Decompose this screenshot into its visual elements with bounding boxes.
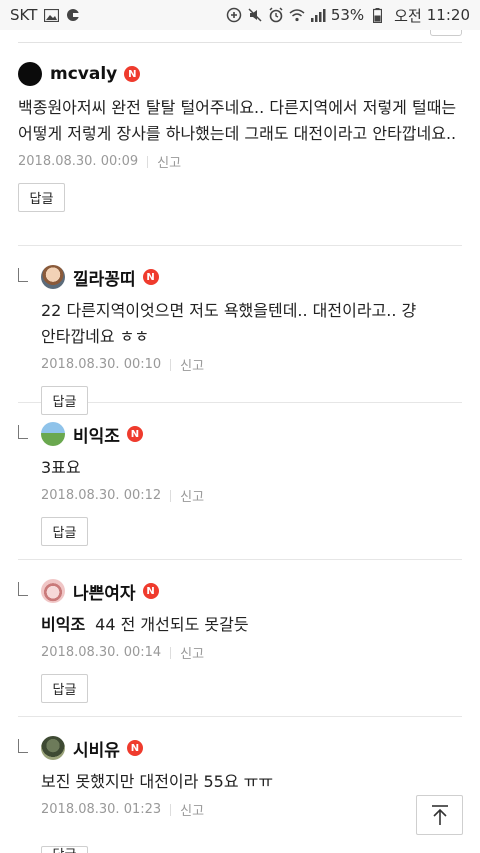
comment-date: 2018.08.30. 00:12 xyxy=(41,488,162,503)
signal-icon xyxy=(310,7,326,23)
comment-meta: 2018.08.30. 00:10 신고 xyxy=(41,355,462,374)
comment-date: 2018.08.30. 01:23 xyxy=(41,802,162,817)
comment-header: 시비유 N xyxy=(41,735,462,761)
comment-date: 2018.08.30. 00:10 xyxy=(41,357,162,372)
comment-text: 3표요 xyxy=(41,458,81,477)
arrow-up-icon xyxy=(431,805,448,825)
comment-text: 백종원아저씨 완전 탈탈 털어주네요.. 다른지역에서 저렇게 털때는 어떻게 … xyxy=(18,98,457,143)
clock-time: 11:20 xyxy=(426,6,470,24)
meta-divider xyxy=(147,155,149,168)
comment-header: mcvaly N xyxy=(18,61,462,87)
reply-item: 낄라꽁띠 N 22 다른지역이엇으면 저도 욕했을텐데.. 대전이라고.. 걍 … xyxy=(18,246,462,415)
data-saver-icon xyxy=(226,7,242,23)
avatar[interactable] xyxy=(18,62,42,86)
wifi-icon xyxy=(289,7,305,23)
reply-arrow-icon xyxy=(18,739,28,753)
report-link[interactable]: 신고 xyxy=(180,643,204,662)
comment-meta: 2018.08.30. 01:23 신고 xyxy=(41,800,462,819)
new-badge: N xyxy=(126,426,143,442)
report-link[interactable]: 신고 xyxy=(180,800,204,819)
comment-nickname[interactable]: 시비유 xyxy=(73,736,120,761)
comment-meta: 2018.08.30. 00:12 신고 xyxy=(41,486,462,505)
mute-icon xyxy=(247,7,263,23)
clock-ampm: 오전 xyxy=(394,6,422,25)
avatar[interactable] xyxy=(41,579,65,603)
comment-nickname[interactable]: 비익조 xyxy=(73,422,120,447)
avatar[interactable] xyxy=(41,265,65,289)
reply-button[interactable]: 답글 xyxy=(41,674,88,703)
comment-date: 2018.08.30. 00:09 xyxy=(18,154,139,169)
comment-nickname[interactable]: 나쁜여자 xyxy=(73,579,136,604)
report-link[interactable]: 신고 xyxy=(157,152,181,171)
reply-button[interactable]: 답글 xyxy=(41,846,88,853)
battery-icon xyxy=(369,7,385,23)
meta-divider xyxy=(170,803,172,816)
comment-body: 비익조 44 전 개선되도 못갈듯 xyxy=(41,612,462,638)
comment-text: 22 다른지역이엇으면 저도 욕했을텐데.. 대전이라고.. 걍 안타깝네요 ㅎ… xyxy=(41,301,417,346)
comment-meta: 2018.08.30. 00:09 신고 xyxy=(18,152,462,171)
comment-header: 비익조 N xyxy=(41,421,462,447)
avatar[interactable] xyxy=(41,736,65,760)
comment-item: mcvaly N 백종원아저씨 완전 탈탈 털어주네요.. 다른지역에서 저렇게… xyxy=(18,43,462,246)
report-link[interactable]: 신고 xyxy=(180,355,204,374)
scroll-to-top-button[interactable] xyxy=(416,795,463,835)
reply-arrow-icon xyxy=(18,582,28,596)
meta-divider xyxy=(170,358,172,371)
meta-divider xyxy=(170,489,172,502)
partial-button[interactable] xyxy=(430,30,462,36)
comment-header: 낄라꽁띠 N xyxy=(41,264,462,290)
reply-arrow-icon xyxy=(18,268,28,282)
alarm-icon xyxy=(268,7,284,23)
reply-mention[interactable]: 비익조 xyxy=(41,615,85,634)
reply-arrow-icon xyxy=(18,425,28,439)
new-badge: N xyxy=(142,269,159,285)
status-bar: SKT 53% 오전 11:20 xyxy=(0,0,480,30)
battery-percent: 53% xyxy=(330,6,365,24)
comment-nickname[interactable]: mcvaly xyxy=(50,64,117,84)
comment-nickname[interactable]: 낄라꽁띠 xyxy=(73,265,136,290)
reply-item: 나쁜여자 N 비익조 44 전 개선되도 못갈듯 2018.08.30. 00:1… xyxy=(18,560,462,717)
comment-text: 44 전 개선되도 못갈듯 xyxy=(95,615,249,634)
new-badge: N xyxy=(126,740,143,756)
comment-list: mcvaly N 백종원아저씨 완전 탈탈 털어주네요.. 다른지역에서 저렇게… xyxy=(0,43,480,853)
avatar[interactable] xyxy=(41,422,65,446)
carrier-label: SKT xyxy=(10,6,38,24)
reply-item: 비익조 N 3표요 2018.08.30. 00:12 신고 답글 xyxy=(18,403,462,560)
comment-meta: 2018.08.30. 00:14 신고 xyxy=(41,643,462,662)
new-badge: N xyxy=(142,583,159,599)
new-badge: N xyxy=(124,66,141,82)
reply-button[interactable]: 답글 xyxy=(41,517,88,546)
comment-date: 2018.08.30. 00:14 xyxy=(41,645,162,660)
app-notification-icon xyxy=(65,7,81,23)
meta-divider xyxy=(170,646,172,659)
gallery-notification-icon xyxy=(43,7,59,23)
reply-item: 시비유 N 보진 못했지만 대전이라 55요 ㅠㅠ 2018.08.30. 01… xyxy=(18,717,462,853)
comment-text: 보진 못했지만 대전이라 55요 ㅠㅠ xyxy=(41,772,274,791)
report-link[interactable]: 신고 xyxy=(180,486,204,505)
reply-button[interactable]: 답글 xyxy=(18,183,65,212)
comment-header: 나쁜여자 N xyxy=(41,578,462,604)
